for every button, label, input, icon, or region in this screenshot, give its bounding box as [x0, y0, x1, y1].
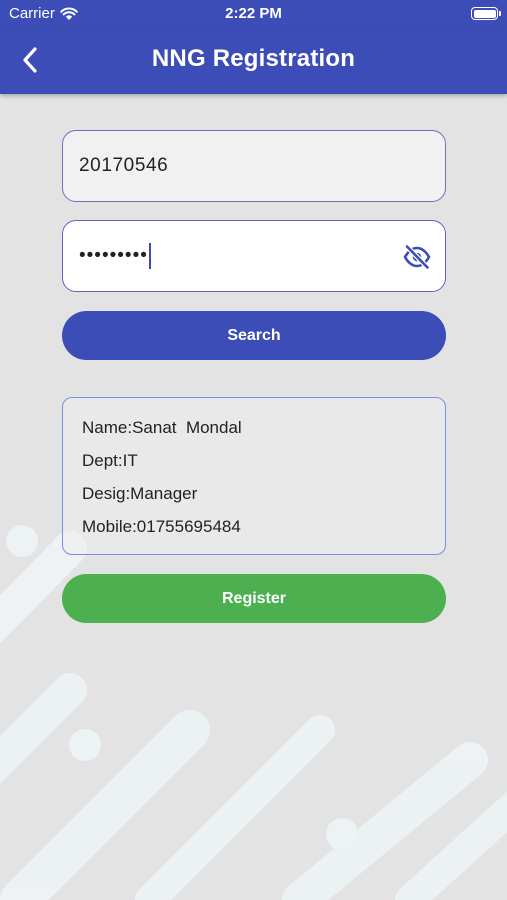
battery-icon	[471, 7, 501, 20]
status-time: 2:22 PM	[225, 5, 282, 22]
eye-slash-icon[interactable]	[403, 244, 431, 270]
app-bar: NNG Registration	[0, 28, 507, 94]
register-button[interactable]: Register	[62, 574, 446, 623]
page-title: NNG Registration	[151, 45, 356, 72]
employee-dept: Dept:IT	[82, 451, 138, 470]
password-input[interactable]: •••••••••	[62, 220, 446, 292]
employee-mobile: Mobile:01755695484	[82, 517, 241, 536]
text-cursor	[148, 243, 151, 269]
status-bar: Carrier 2:22 PM	[0, 0, 507, 28]
password-value: •••••••••	[79, 245, 148, 266]
employee-id-input[interactable]: 20170546	[62, 130, 446, 202]
employee-name: Name:Sanat Mondal	[82, 418, 242, 437]
search-button[interactable]: Search	[62, 311, 446, 360]
employee-id-value: 20170546	[79, 155, 169, 176]
employee-designation: Desig:Manager	[82, 484, 198, 503]
employee-info-card: Name:Sanat Mondal Dept:IT Desig:Manager …	[62, 397, 446, 555]
